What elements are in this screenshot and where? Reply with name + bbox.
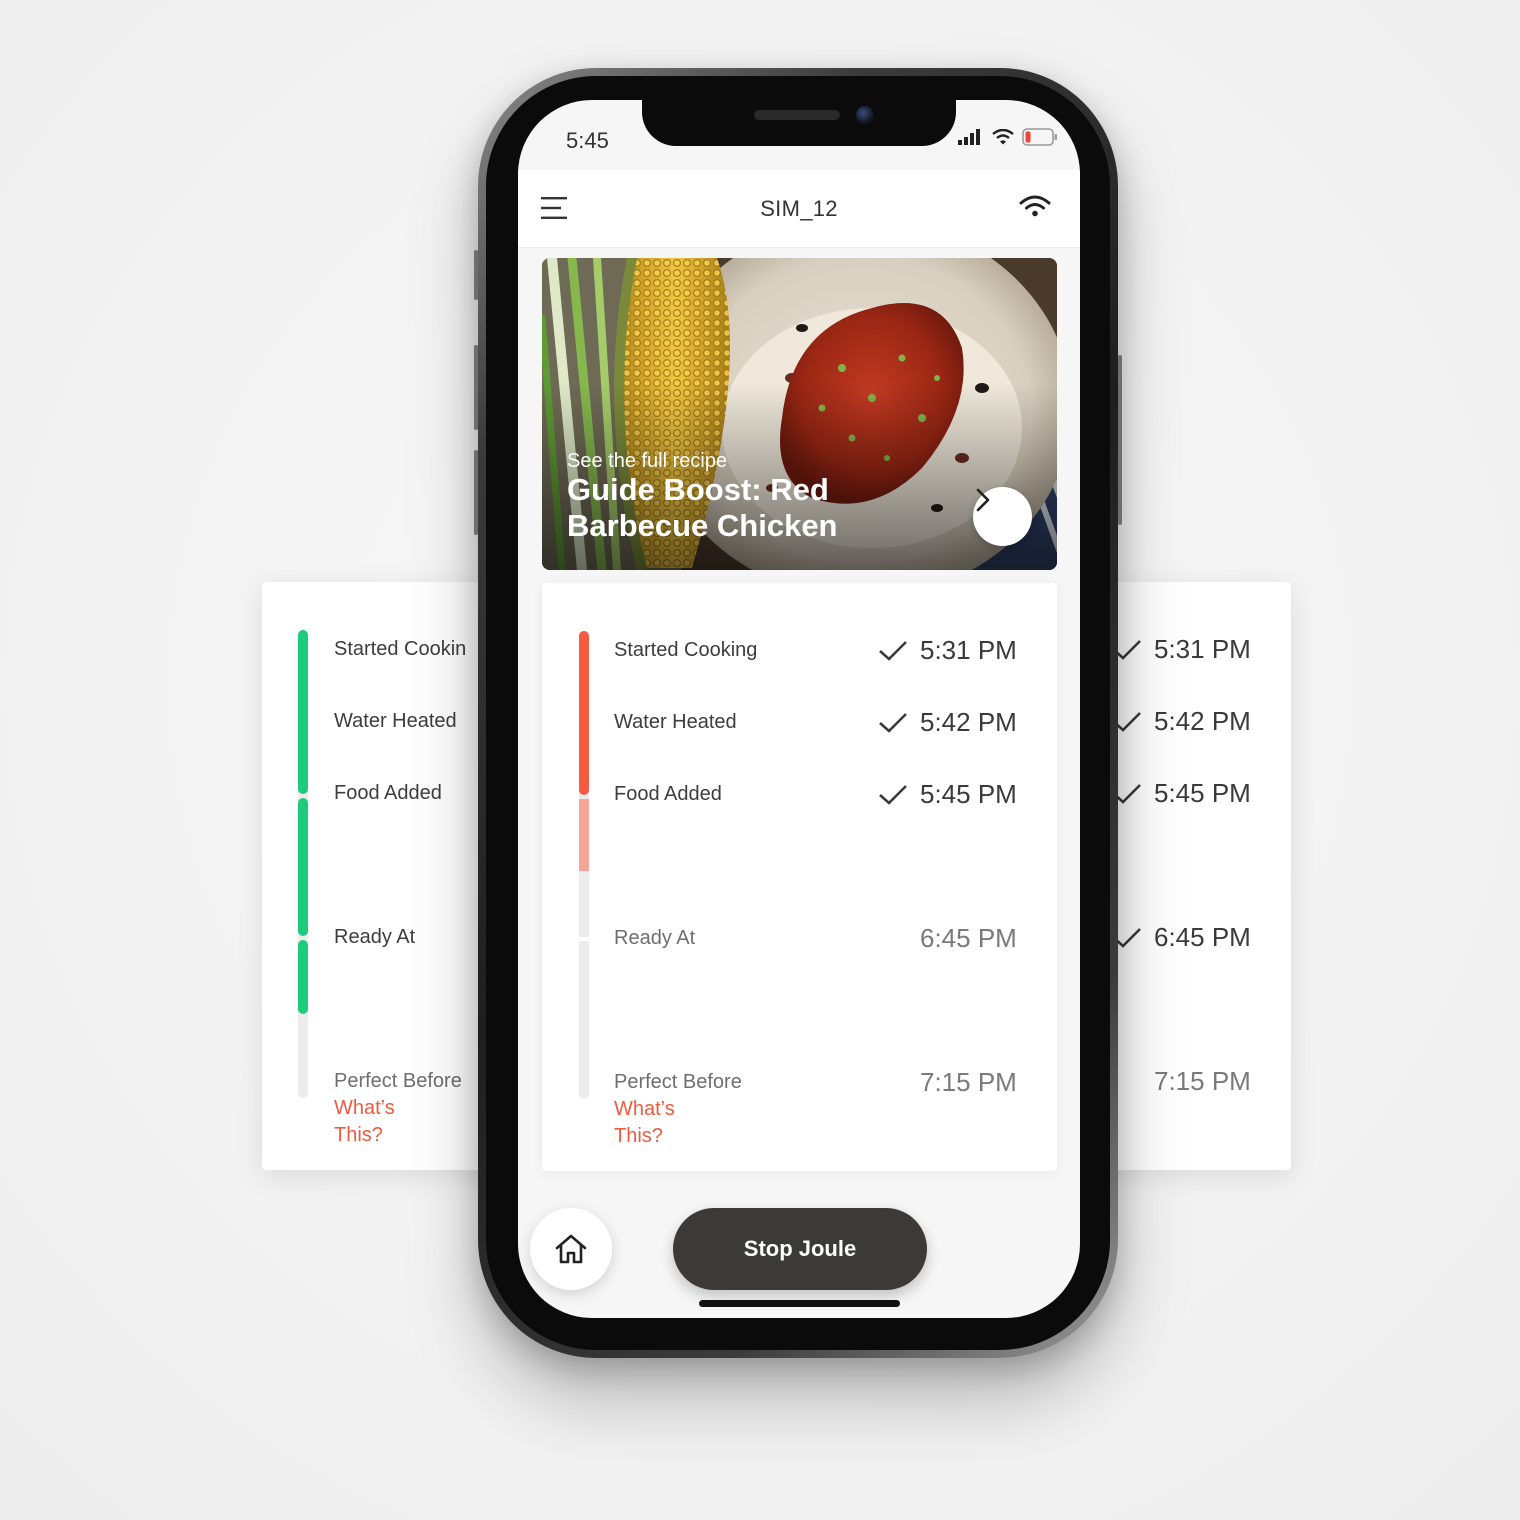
side-left-row-label: Food Added xyxy=(334,782,442,804)
side-right-time: 6:45 PM xyxy=(1154,922,1251,952)
chevron-right-icon xyxy=(976,488,990,512)
timeline-progress-left-3 xyxy=(298,940,308,1014)
signal-icon xyxy=(958,129,980,145)
side-left-row-label: Ready At xyxy=(334,926,416,948)
device-name-title: SIM_12 xyxy=(760,196,838,221)
battery-icon xyxy=(1022,128,1057,146)
recipe-open-button[interactable] xyxy=(973,487,1032,546)
notch xyxy=(642,100,956,146)
timeline-row-time: 5:42 PM xyxy=(920,707,1017,737)
side-right-time: 5:45 PM xyxy=(1154,778,1251,808)
phone-volume-down xyxy=(474,450,478,535)
timeline-row-time: 7:15 PM xyxy=(920,1067,1017,1097)
side-left-row-label: Perfect Before xyxy=(334,1070,462,1092)
timeline-row-time: 5:45 PM xyxy=(920,779,1017,809)
stop-joule-button[interactable]: Stop Joule xyxy=(673,1208,927,1290)
phone-power-button xyxy=(1118,355,1122,525)
timeline-row-label: Ready At xyxy=(614,927,696,949)
side-left-row-label: Started Cookin xyxy=(334,638,467,660)
timeline-row-label: Water Heated xyxy=(614,711,737,733)
check-icon xyxy=(879,785,907,805)
timeline-progress-done xyxy=(579,631,589,795)
wifi-icon[interactable] xyxy=(1018,192,1052,220)
phone-volume-up xyxy=(474,345,478,430)
recipe-hero-card[interactable]: See the full recipe Guide Boost: Red Bar… xyxy=(542,258,1057,570)
hero-kicker: See the full recipe xyxy=(567,450,728,472)
home-button[interactable] xyxy=(530,1208,612,1290)
timeline-row-label: Started Cooking xyxy=(614,639,758,661)
timeline-row-label: Food Added xyxy=(614,783,722,805)
status-icons xyxy=(958,128,1058,146)
side-right-time: 5:31 PM xyxy=(1154,634,1251,664)
check-icon xyxy=(879,713,907,733)
timeline-progress-left-1 xyxy=(298,630,308,794)
timeline-divider xyxy=(579,937,589,941)
side-right-time: 7:15 PM xyxy=(1154,1066,1251,1096)
timeline-row-time: 5:31 PM xyxy=(920,635,1017,665)
check-icon xyxy=(879,641,907,661)
phone-screen: 5:45 SIM_12 See the full recipe Guide Bo… xyxy=(518,100,1080,1318)
home-indicator xyxy=(699,1300,900,1307)
side-left-row-label: Water Heated xyxy=(334,710,457,732)
timeline-progress-left-2 xyxy=(298,798,308,936)
front-camera xyxy=(856,106,874,124)
side-right-time: 5:42 PM xyxy=(1154,706,1251,736)
timeline-row-label: Perfect Before xyxy=(614,1071,742,1093)
status-time: 5:45 xyxy=(566,128,609,153)
whats-this-link[interactable]: What’s This? xyxy=(614,1096,675,1150)
speaker xyxy=(754,110,840,120)
home-icon xyxy=(555,1234,587,1264)
app-header: SIM_12 xyxy=(518,170,1080,248)
timeline-progress-current xyxy=(579,799,589,871)
phone-mute-switch xyxy=(474,250,478,300)
cook-timeline-card: Started Cooking 5:31 PM Water Heated 5:4… xyxy=(542,583,1057,1171)
status-wifi-icon xyxy=(992,129,1014,145)
timeline-row-time: 6:45 PM xyxy=(920,923,1017,953)
recipe-title: Guide Boost: Red Barbecue Chicken xyxy=(567,472,838,543)
side-left-whats-this-link[interactable]: What’s This? xyxy=(334,1095,395,1149)
